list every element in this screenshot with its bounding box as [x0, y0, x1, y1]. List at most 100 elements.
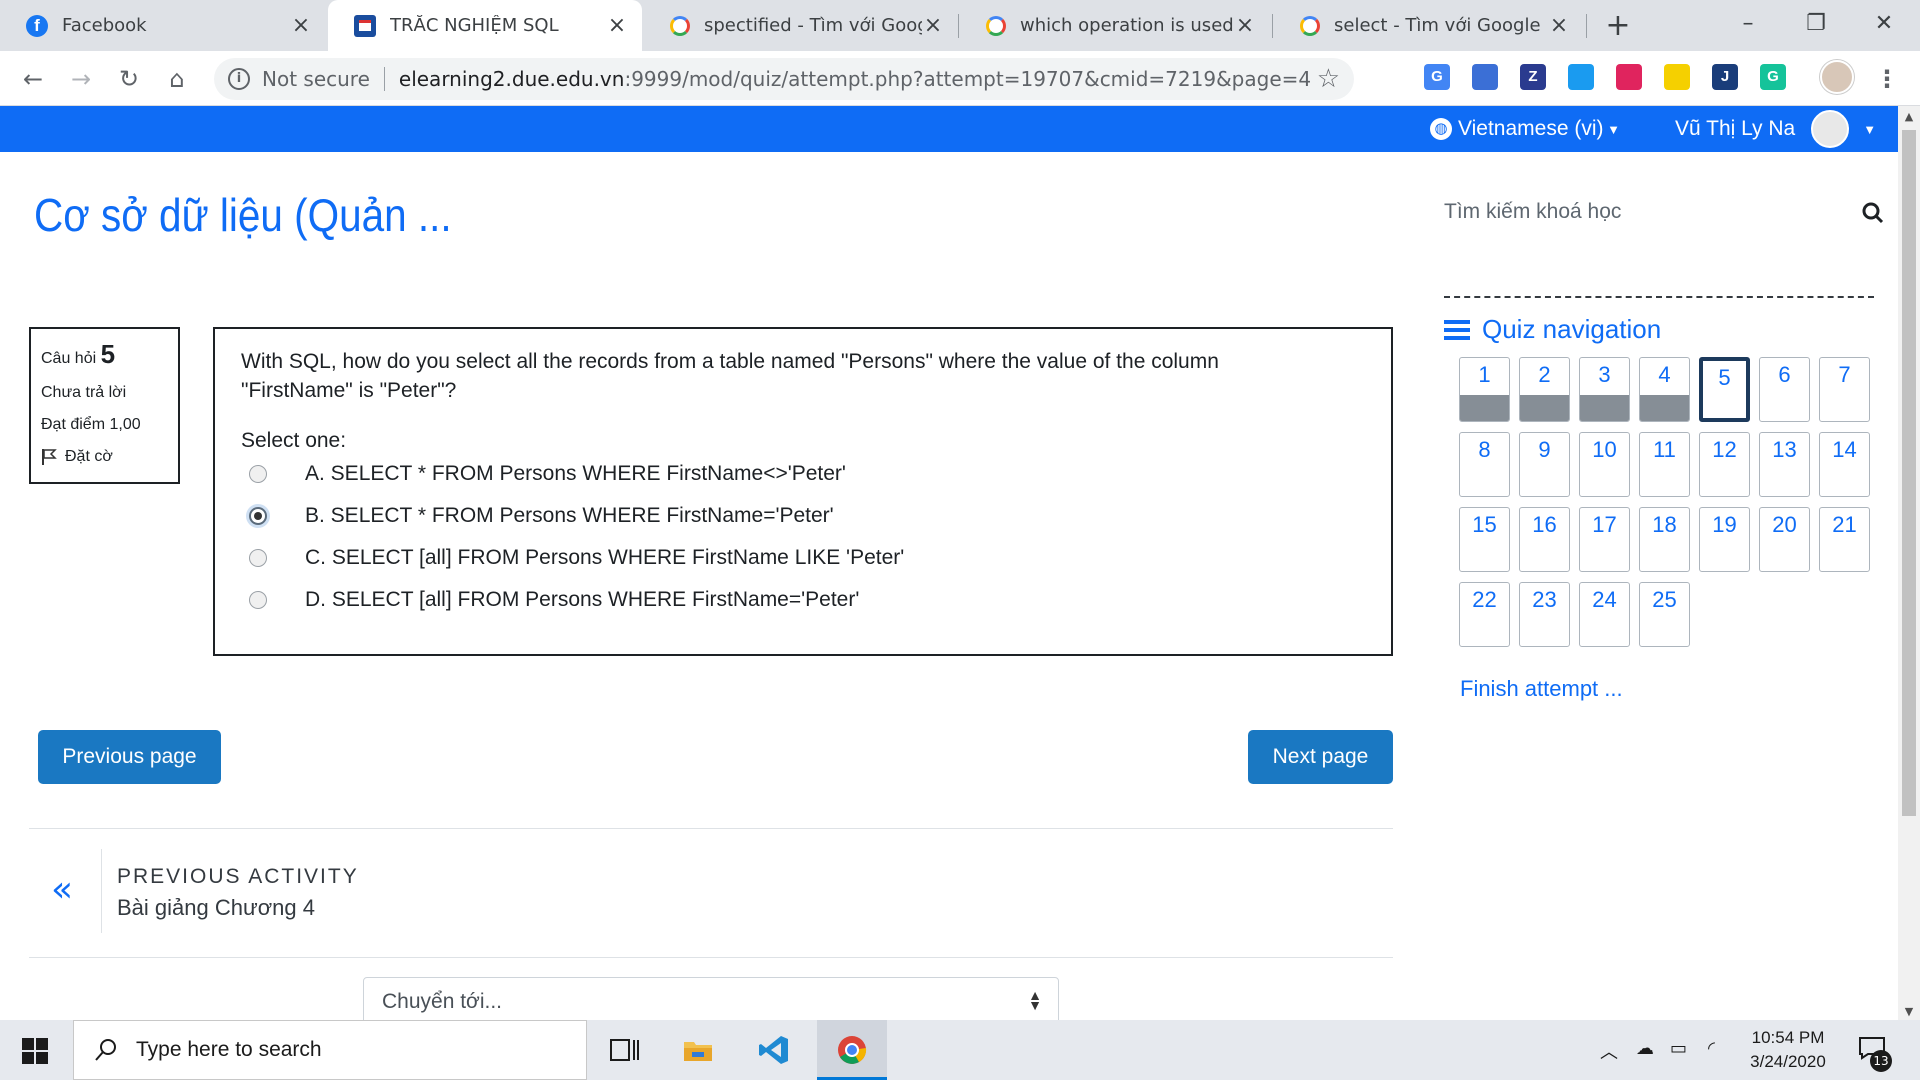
- vscode-icon[interactable]: [758, 1034, 790, 1066]
- tab-google-select[interactable]: select - Tìm với Google ×: [1274, 0, 1584, 51]
- scrollbar-thumb[interactable]: [1902, 130, 1916, 816]
- url-text[interactable]: elearning2.due.edu.vn:9999/mod/quiz/atte…: [399, 67, 1311, 91]
- tab-close-icon[interactable]: ×: [606, 14, 628, 37]
- tab-close-icon[interactable]: ×: [290, 14, 312, 37]
- task-view-icon[interactable]: [608, 1034, 640, 1066]
- tray-chevron-up-icon[interactable]: ︿: [1600, 1038, 1618, 1064]
- address-bar[interactable]: i Not secure elearning2.due.edu.vn:9999/…: [214, 58, 1354, 100]
- tab-google-spectified[interactable]: spectified - Tìm với Google ×: [644, 0, 958, 51]
- grammarly-icon[interactable]: G: [1760, 64, 1786, 90]
- quiz-nav-question-6[interactable]: 6: [1759, 357, 1810, 422]
- scroll-up-icon[interactable]: ▲: [1902, 110, 1916, 123]
- quiz-nav-question-3[interactable]: 3: [1579, 357, 1630, 422]
- highlight-icon[interactable]: [1664, 64, 1690, 90]
- new-tab-button[interactable]: +: [1602, 11, 1634, 42]
- page-title[interactable]: Cơ sở dữ liệu (Quản ...: [34, 188, 452, 242]
- quiz-nav-question-21[interactable]: 21: [1819, 507, 1870, 572]
- tab-close-icon[interactable]: ×: [922, 14, 944, 37]
- back-arrow-icon[interactable]: ←: [16, 62, 50, 96]
- answer-radio[interactable]: [249, 465, 267, 483]
- language-menu[interactable]: ◍ Vietnamese (vi) ▼: [1430, 106, 1620, 152]
- quiz-nav-question-8[interactable]: 8: [1459, 432, 1510, 497]
- camera-icon[interactable]: [1376, 64, 1402, 90]
- answer-radio[interactable]: [249, 549, 267, 567]
- course-search[interactable]: Tìm kiếm khoá học: [1444, 200, 1884, 236]
- tab-trac-nghiem-sql[interactable]: TRẮC NGHIỆM SQL ×: [328, 0, 642, 51]
- quiz-nav-question-22[interactable]: 22: [1459, 582, 1510, 647]
- answer-option-b[interactable]: B. SELECT * FROM Persons WHERE FirstName…: [241, 495, 1365, 537]
- security-label[interactable]: Not secure: [262, 67, 370, 91]
- previous-activity-link[interactable]: « PREVIOUS ACTIVITY Bài giảng Chương 4: [29, 828, 1393, 958]
- answer-label[interactable]: A. SELECT * FROM Persons WHERE FirstName…: [305, 462, 846, 486]
- action-center-button[interactable]: 13: [1858, 1036, 1892, 1072]
- page-scrollbar[interactable]: ▲ ▼: [1898, 106, 1920, 1020]
- color-icon[interactable]: [1616, 64, 1642, 90]
- chrome-icon[interactable]: [836, 1034, 868, 1066]
- taskbar-search-input[interactable]: Type here to search: [136, 1038, 322, 1062]
- tab-close-icon[interactable]: ×: [1548, 14, 1570, 37]
- quiz-nav-question-25[interactable]: 25: [1639, 582, 1690, 647]
- restore-icon[interactable]: ❐: [1796, 8, 1836, 40]
- answer-label[interactable]: C. SELECT [all] FROM Persons WHERE First…: [305, 546, 904, 570]
- quiz-nav-question-17[interactable]: 17: [1579, 507, 1630, 572]
- bookmark-star-icon[interactable]: ☆: [1317, 64, 1340, 94]
- quiz-nav-question-9[interactable]: 9: [1519, 432, 1570, 497]
- user-menu[interactable]: Vũ Thị Ly Na ▼: [1675, 106, 1876, 152]
- finish-attempt-link[interactable]: Finish attempt ...: [1460, 676, 1623, 702]
- answer-option-c[interactable]: C. SELECT [all] FROM Persons WHERE First…: [241, 537, 1365, 579]
- quiz-nav-question-20[interactable]: 20: [1759, 507, 1810, 572]
- home-icon[interactable]: ⌂: [160, 62, 194, 96]
- extension-spinner-icon[interactable]: [1472, 64, 1498, 90]
- quiz-nav-question-5[interactable]: 5: [1699, 357, 1750, 422]
- taskbar-clock[interactable]: 10:54 PM 3/24/2020: [1738, 1026, 1838, 1074]
- windows-start-icon[interactable]: [22, 1038, 48, 1064]
- tab-close-icon[interactable]: ×: [1234, 14, 1256, 37]
- quiz-nav-question-23[interactable]: 23: [1519, 582, 1570, 647]
- minimize-icon[interactable]: –: [1728, 8, 1768, 40]
- window-close-icon[interactable]: ✕: [1864, 8, 1904, 40]
- profile-avatar[interactable]: [1820, 60, 1854, 94]
- file-explorer-icon[interactable]: [682, 1034, 714, 1066]
- drop-icon[interactable]: [1568, 64, 1594, 90]
- hamburger-menu-icon[interactable]: [1444, 319, 1470, 341]
- quiz-nav-question-1[interactable]: 1: [1459, 357, 1510, 422]
- jump-icon[interactable]: J: [1712, 64, 1738, 90]
- quiz-nav-question-4[interactable]: 4: [1639, 357, 1690, 422]
- quiz-nav-question-16[interactable]: 16: [1519, 507, 1570, 572]
- quiz-nav-question-14[interactable]: 14: [1819, 432, 1870, 497]
- answer-option-a[interactable]: A. SELECT * FROM Persons WHERE FirstName…: [241, 453, 1365, 495]
- forward-arrow-icon[interactable]: →: [64, 62, 98, 96]
- scroll-down-icon[interactable]: ▼: [1902, 1005, 1916, 1018]
- taskbar-search-box[interactable]: Type here to search: [73, 1020, 587, 1080]
- quiz-nav-question-2[interactable]: 2: [1519, 357, 1570, 422]
- jump-to-select[interactable]: Chuyển tới... ▲ ▼: [363, 977, 1059, 1020]
- answer-label[interactable]: D. SELECT [all] FROM Persons WHERE First…: [305, 588, 859, 612]
- search-input[interactable]: Tìm kiếm khoá học: [1444, 200, 1621, 223]
- quiz-nav-question-12[interactable]: 12: [1699, 432, 1750, 497]
- quiz-nav-question-15[interactable]: 15: [1459, 507, 1510, 572]
- quiz-nav-question-11[interactable]: 11: [1639, 432, 1690, 497]
- reload-icon[interactable]: ↻: [112, 62, 146, 96]
- answer-label[interactable]: B. SELECT * FROM Persons WHERE FirstName…: [305, 504, 834, 528]
- quiz-nav-question-7[interactable]: 7: [1819, 357, 1870, 422]
- translate-icon[interactable]: G: [1424, 64, 1450, 90]
- zotero-icon[interactable]: Z: [1520, 64, 1546, 90]
- quiz-nav-question-13[interactable]: 13: [1759, 432, 1810, 497]
- quiz-nav-question-19[interactable]: 19: [1699, 507, 1750, 572]
- quiz-nav-question-18[interactable]: 18: [1639, 507, 1690, 572]
- menu-dots-icon[interactable]: ⋮: [1870, 62, 1904, 96]
- answer-radio[interactable]: [249, 507, 267, 525]
- info-icon[interactable]: i: [228, 68, 250, 90]
- quiz-nav-question-24[interactable]: 24: [1579, 582, 1630, 647]
- tab-facebook[interactable]: f Facebook ×: [0, 0, 326, 51]
- previous-page-button[interactable]: Previous page: [38, 730, 221, 784]
- flag-question-button[interactable]: Đặt cờ: [41, 448, 168, 466]
- battery-icon[interactable]: ▭: [1670, 1038, 1687, 1059]
- search-icon[interactable]: [1862, 202, 1884, 224]
- answer-radio[interactable]: [249, 591, 267, 609]
- answer-option-d[interactable]: D. SELECT [all] FROM Persons WHERE First…: [241, 579, 1365, 621]
- quiz-nav-question-10[interactable]: 10: [1579, 432, 1630, 497]
- next-page-button[interactable]: Next page: [1248, 730, 1393, 784]
- wifi-icon[interactable]: ◜: [1708, 1038, 1715, 1059]
- tab-google-which-operation[interactable]: which operation is used to ×: [960, 0, 1270, 51]
